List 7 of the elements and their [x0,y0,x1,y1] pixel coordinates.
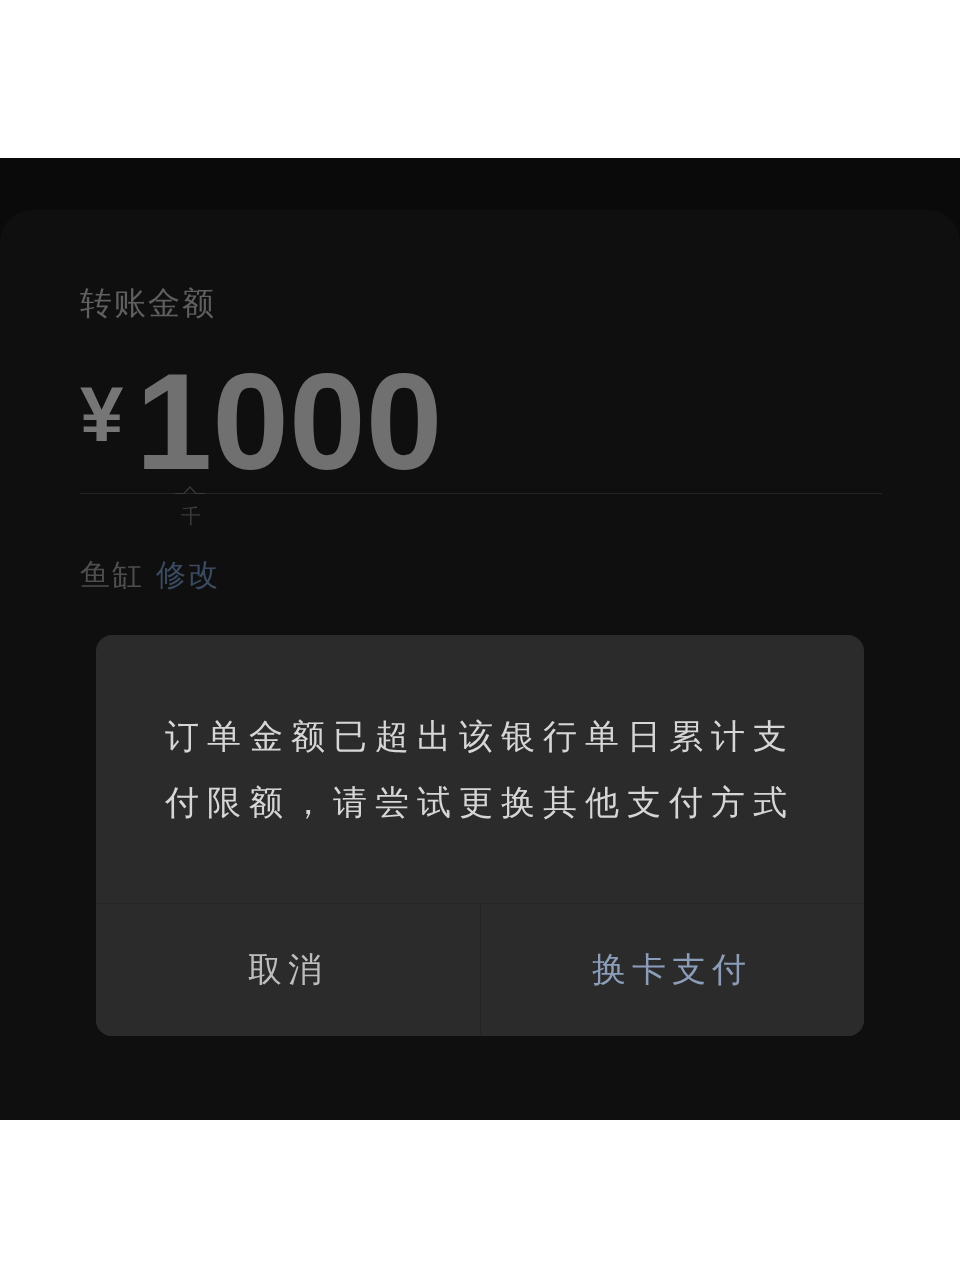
currency-symbol: ¥ [80,375,124,453]
amount-value: 1000 [135,366,443,477]
change-card-button[interactable]: 换卡支付 [479,904,864,1036]
amount-field[interactable]: ¥1000 [80,366,882,495]
field-label: 转账金额 [80,283,217,323]
account-name: 鱼缸 [80,556,144,595]
dialog-message: 订单金额已超出该银行单日累计支付限额，请尝试更换其他支付方式 [164,715,796,824]
